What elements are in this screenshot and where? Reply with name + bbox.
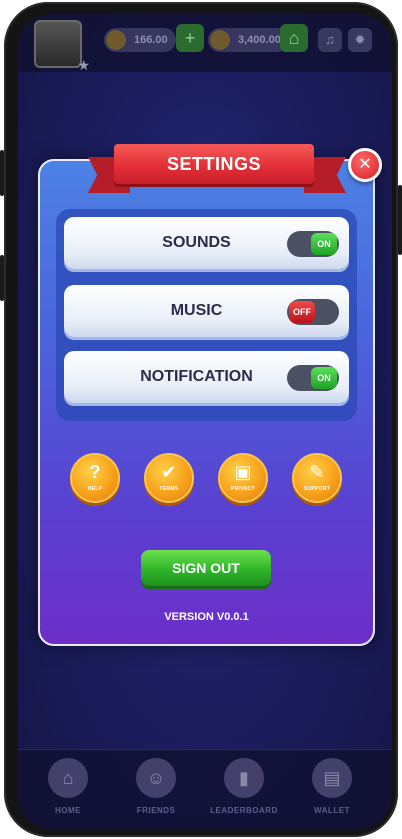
- coin-icon: [106, 30, 126, 50]
- star-icon: ★: [77, 57, 90, 73]
- notification-bell-button[interactable]: ♫: [318, 28, 342, 52]
- game-screen: ★ 166.00 + 3,400.00 ⌂ ♫ ✹ ⌂ HOME ☺ FRIEN…: [18, 14, 392, 829]
- top-bar: ★ 166.00 + 3,400.00 ⌂ ♫ ✹: [18, 14, 392, 73]
- shop-icon: ⌂: [288, 28, 300, 48]
- nav-item-home[interactable]: ⌂ HOME: [28, 758, 108, 815]
- support-button[interactable]: ✎ SUPPORT: [292, 453, 342, 503]
- toggle-state: OFF: [289, 301, 315, 323]
- terms-button[interactable]: ✔ TERMS: [144, 453, 194, 503]
- bell-icon: ♫: [325, 32, 335, 47]
- setting-row-sounds: SOUNDS ON: [64, 217, 349, 269]
- music-toggle[interactable]: OFF: [287, 299, 339, 325]
- coin-amount: 166.00: [134, 34, 168, 46]
- bottom-nav: ⌂ HOME ☺ FRIENDS ▮ LEADERBOARD ▤ WALLET: [18, 749, 392, 829]
- phone-side-button: [398, 185, 402, 255]
- settings-panel: SOUNDS ON MUSIC OFF NOTIFICATION ON: [56, 209, 357, 421]
- close-icon: ✕: [358, 156, 372, 173]
- add-coins-button[interactable]: +: [176, 24, 204, 52]
- question-icon: ?: [89, 462, 101, 482]
- nav-item-friends[interactable]: ☺ FRIENDS: [116, 758, 196, 815]
- leaderboard-icon: ▮: [224, 758, 264, 798]
- phone-frame: ★ 166.00 + 3,400.00 ⌂ ♫ ✹ ⌂ HOME ☺ FRIEN…: [4, 2, 398, 837]
- settings-button[interactable]: ✹: [348, 28, 372, 52]
- setting-row-notification: NOTIFICATION ON: [64, 351, 349, 403]
- document-edit-icon: ✎: [309, 462, 325, 482]
- settings-dialog: SOUNDS ON MUSIC OFF NOTIFICATION ON ? HE…: [38, 159, 375, 646]
- privacy-button[interactable]: ▣ PRIVACY: [218, 453, 268, 503]
- home-icon: ⌂: [48, 758, 88, 798]
- gem-amount: 3,400.00: [238, 34, 281, 46]
- sounds-toggle[interactable]: ON: [287, 231, 339, 257]
- support-label: SUPPORT: [303, 486, 331, 492]
- dialog-title: SETTINGS: [114, 144, 314, 184]
- player-avatar[interactable]: ★: [34, 20, 90, 73]
- notification-toggle[interactable]: ON: [287, 365, 339, 391]
- nav-item-wallet[interactable]: ▤ WALLET: [292, 758, 372, 815]
- nav-label: WALLET: [314, 806, 350, 815]
- toggle-state: ON: [311, 233, 337, 255]
- help-label: HELP: [87, 486, 103, 492]
- help-button[interactable]: ? HELP: [70, 453, 120, 503]
- nav-item-leaderboard[interactable]: ▮ LEADERBOARD: [204, 758, 284, 815]
- gear-icon: ✹: [354, 32, 366, 47]
- shield-check-icon: ✔: [161, 462, 177, 482]
- close-button[interactable]: ✕: [348, 148, 382, 182]
- coin-balance: 166.00: [104, 28, 176, 52]
- sign-out-button[interactable]: SIGN OUT: [141, 550, 271, 586]
- version-label: VERSION V0.0.1: [164, 611, 249, 623]
- friends-icon: ☺: [136, 758, 176, 798]
- lock-icon: ▣: [234, 462, 252, 482]
- terms-label: TERMS: [159, 486, 179, 492]
- toggle-state: ON: [311, 367, 337, 389]
- gem-icon: [210, 30, 230, 50]
- nav-label: HOME: [55, 806, 81, 815]
- nav-label: FRIENDS: [136, 806, 176, 815]
- privacy-label: PRIVACY: [231, 486, 255, 492]
- nav-label: LEADERBOARD: [210, 806, 278, 815]
- wallet-icon: ▤: [312, 758, 352, 798]
- setting-row-music: MUSIC OFF: [64, 285, 349, 337]
- shop-button[interactable]: ⌂: [280, 24, 308, 52]
- gem-balance: 3,400.00: [208, 28, 289, 52]
